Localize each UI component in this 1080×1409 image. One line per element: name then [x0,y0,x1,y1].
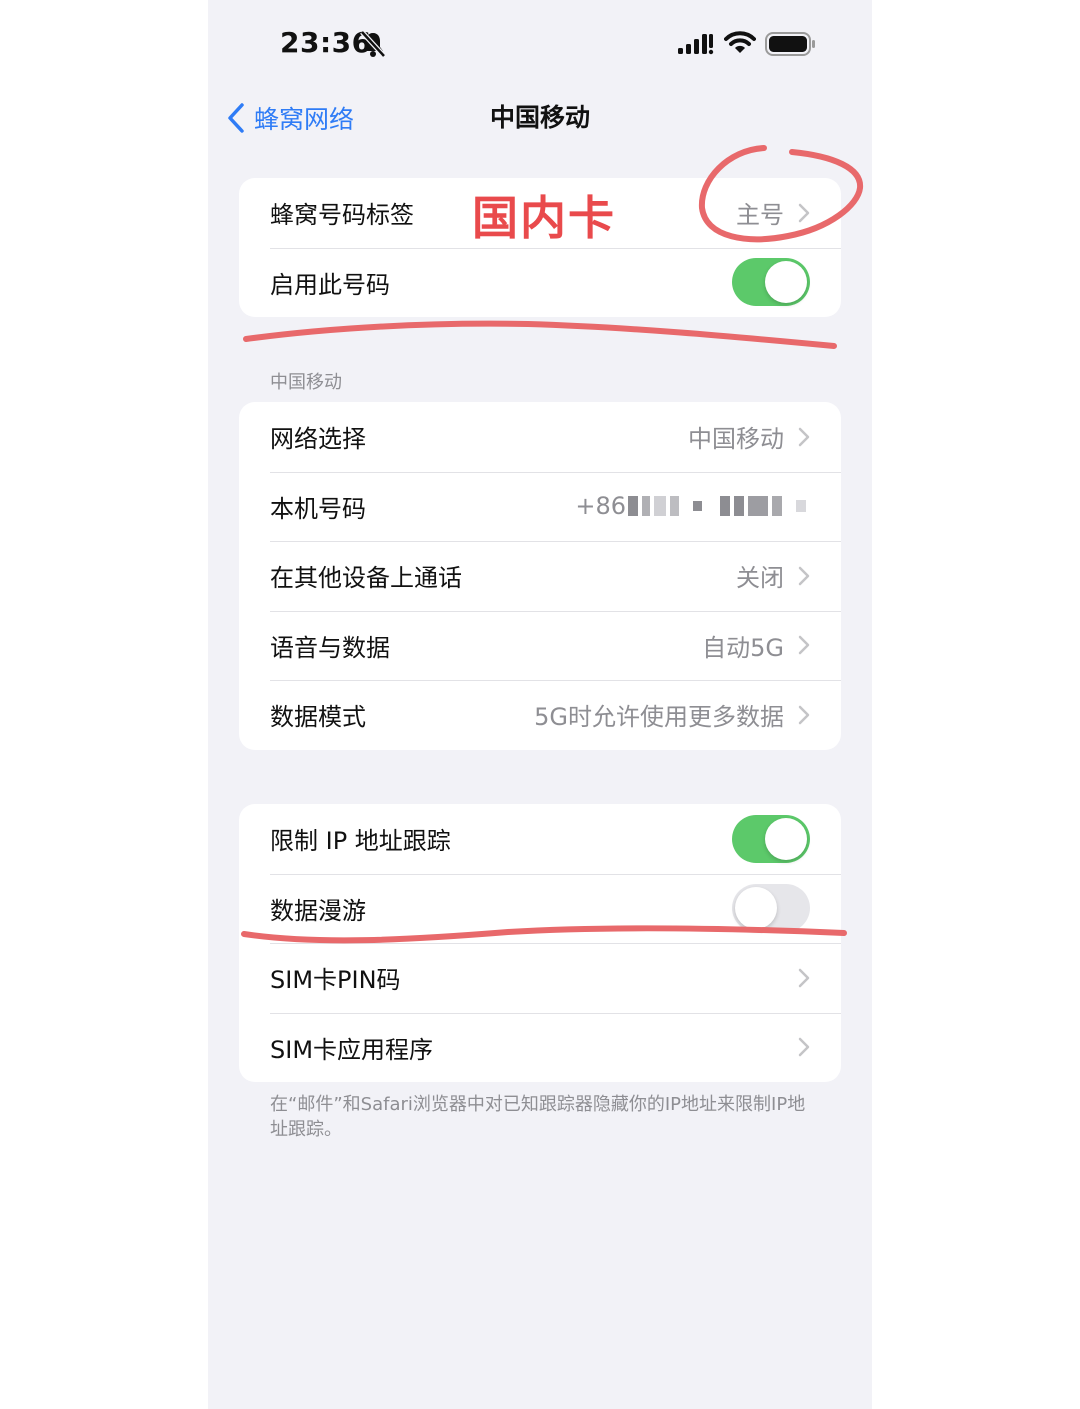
data-roaming-label: 数据漫游 [270,896,366,925]
cellular-signal-icon [678,34,714,55]
redacted-phone-number [628,494,810,518]
data-mode-value: 5G时允许使用更多数据 [534,703,784,732]
ip-tracking-footnote: 在“邮件”和Safari浏览器中对已知跟踪器隐藏你的IP地址来限制IP地址跟踪。 [270,1094,806,1140]
number-label-label: 蜂窝号码标签 [270,201,414,230]
data-mode-label: 数据模式 [270,703,366,732]
limit-ip-tracking-toggle[interactable] [732,814,810,863]
chevron-right-icon [798,705,810,724]
chevron-right-icon [798,1038,810,1057]
limit-ip-tracking-row: 限制 IP 地址跟踪 [239,804,841,874]
calls-other-devices-label: 在其他设备上通话 [270,564,462,593]
limit-ip-tracking-label: 限制 IP 地址跟踪 [270,827,451,856]
toggle-knob [735,887,777,930]
status-time: 23:36 [280,26,372,59]
voice-data-label: 语音与数据 [270,633,390,662]
sim-apps-label: SIM卡应用程序 [270,1035,434,1064]
data-mode-row[interactable]: 数据模式 5G时允许使用更多数据 [239,680,841,750]
my-number-label: 本机号码 [270,494,366,523]
network-selection-label: 网络选择 [270,425,366,454]
chevron-right-icon [798,427,810,446]
privacy-sim-group: 限制 IP 地址跟踪 数据漫游 SIM卡PIN码 SIM卡应用程序 [239,804,841,1082]
my-number-value: +86 [575,492,626,521]
page-title: 中国移动 [489,103,590,132]
data-roaming-toggle[interactable] [732,884,810,933]
chevron-right-icon [798,636,810,655]
carrier-settings-group: 网络选择 中国移动 本机号码 +86 在其他设备上通话 关闭 语音与数据 自动5… [239,402,841,750]
battery-icon [765,32,815,56]
enable-number-label: 启用此号码 [270,270,390,299]
data-roaming-row: 数据漫游 [239,873,841,944]
toggle-knob [765,817,807,860]
calls-other-devices-value: 关闭 [736,564,784,593]
annotation-text: 国内卡 [472,191,616,245]
calls-other-devices-row[interactable]: 在其他设备上通话 关闭 [239,541,841,611]
phone-screen: 23:36 蜂窝网络 中国移动 蜂窝号码标签 主号 启用此号码 中国移动 网络选… [208,0,872,1409]
bell-slash-icon [360,30,386,58]
enable-number-toggle[interactable] [732,258,810,307]
my-number-row[interactable]: 本机号码 +86 [239,471,841,542]
section-header: 中国移动 [270,372,342,393]
toggle-knob [765,261,807,304]
chevron-right-icon [798,566,810,585]
network-selection-value: 中国移动 [688,425,784,454]
sim-pin-row[interactable]: SIM卡PIN码 [239,943,841,1013]
sim-pin-label: SIM卡PIN码 [270,966,401,995]
voice-data-value: 自动5G [702,633,784,662]
number-label-value: 主号 [736,201,784,230]
enable-number-row: 启用此号码 [239,247,841,318]
wifi-icon [724,31,756,53]
underline-annotation-1 [243,320,837,349]
sim-apps-row[interactable]: SIM卡应用程序 [239,1012,841,1083]
chevron-right-icon [798,203,810,222]
network-selection-row[interactable]: 网络选择 中国移动 [239,402,841,472]
voice-data-row[interactable]: 语音与数据 自动5G [239,610,841,681]
chevron-right-icon [798,968,810,987]
